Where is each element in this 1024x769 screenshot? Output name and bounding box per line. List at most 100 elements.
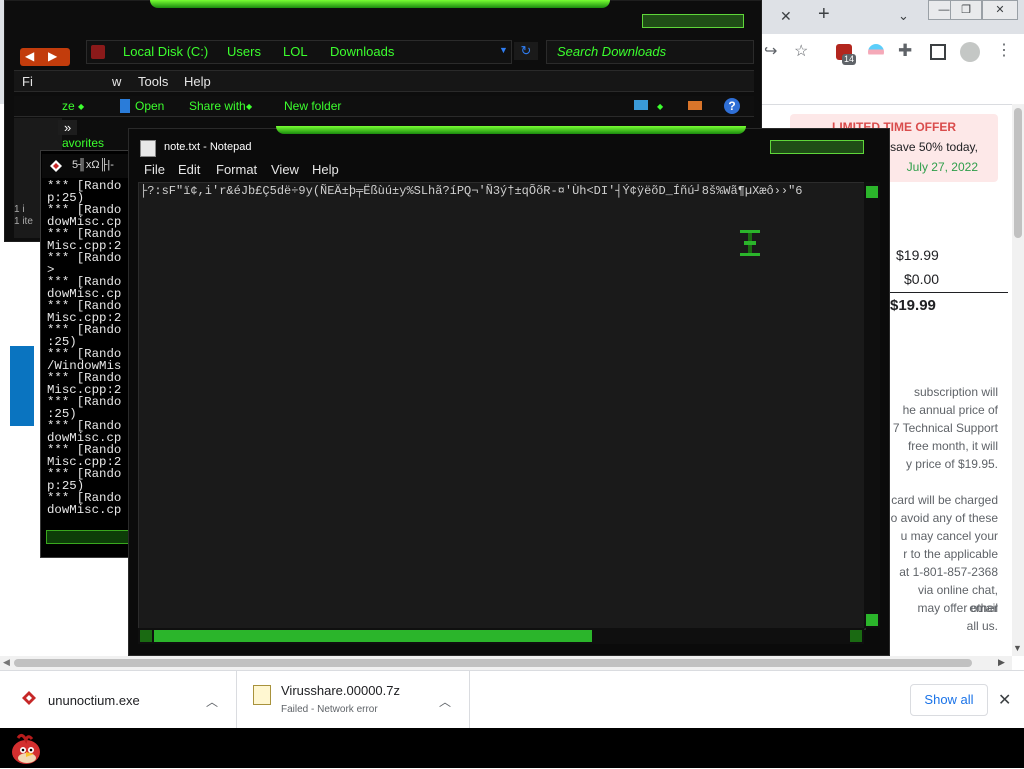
- refresh-icon[interactable]: ↻: [514, 42, 538, 60]
- organize-button[interactable]: ze: [62, 99, 75, 113]
- console-title: 5╢xΩ╟|-: [72, 159, 114, 171]
- page-banner: [10, 346, 34, 426]
- back-forward-buttons[interactable]: ◀ ▶: [20, 48, 70, 66]
- download-options-chevron-icon[interactable]: ︿: [439, 693, 451, 710]
- tab-search-chevron-icon[interactable]: ⌄: [898, 8, 909, 24]
- window-glow-accent: [150, 0, 610, 8]
- page-vertical-scroll-thumb[interactable]: [1014, 108, 1022, 238]
- horizontal-scroll-thumb[interactable]: [154, 630, 592, 642]
- terms-line: card will be charged: [891, 493, 998, 507]
- view-options-icon[interactable]: [634, 100, 648, 110]
- terms-line: 7 Technical Support: [892, 421, 998, 435]
- terms-line: free month, it will: [907, 439, 998, 453]
- tab-close-icon[interactable]: ✕: [780, 8, 792, 24]
- download-item[interactable]: Virusshare.00000.7z Failed - Network err…: [237, 671, 470, 729]
- scroll-down-arrow-icon[interactable]: ▼: [1013, 643, 1022, 653]
- console-horizontal-scrollbar[interactable]: [46, 530, 134, 544]
- breadcrumb-local-disk[interactable]: Local Disk (C:): [123, 44, 208, 59]
- menu-view[interactable]: View: [271, 162, 299, 177]
- offer-date: July 27, 2022: [906, 160, 978, 174]
- bookmark-star-icon[interactable]: ☆: [794, 44, 808, 60]
- download-filename: ununoctium.exe: [48, 693, 140, 708]
- new-tab-button[interactable]: +: [818, 4, 830, 24]
- close-window-button[interactable]: ✕: [982, 0, 1018, 20]
- terms-line: all us.: [966, 619, 998, 633]
- menu-help[interactable]: Help: [312, 162, 339, 177]
- terms-line: y price of $19.95.: [905, 457, 998, 471]
- menu-edit[interactable]: Edit: [178, 162, 200, 177]
- scroll-left-button[interactable]: [140, 630, 152, 642]
- search-placeholder: Search Downloads: [557, 44, 667, 59]
- extension-flag-icon[interactable]: [868, 44, 884, 60]
- profile-avatar[interactable]: [960, 42, 980, 62]
- back-arrow-icon[interactable]: ◀: [25, 49, 34, 63]
- angry-bird-start-icon[interactable]: [8, 730, 44, 766]
- download-status: Failed - Network error: [281, 704, 378, 715]
- share-with-button[interactable]: Share with: [189, 99, 246, 113]
- explorer-menu-bar: Fi w Tools Help: [14, 70, 754, 92]
- forward-arrow-icon[interactable]: ▶: [48, 49, 57, 63]
- menu-tools[interactable]: Tools: [138, 74, 168, 89]
- price-discount: $0.00: [904, 271, 940, 287]
- search-input[interactable]: Search Downloads: [546, 40, 754, 64]
- share-icon[interactable]: ↪: [764, 44, 777, 60]
- terms-line: subscription will: [913, 385, 998, 399]
- preview-pane-icon[interactable]: [688, 101, 702, 110]
- scroll-down-button[interactable]: [866, 614, 878, 626]
- address-dropdown-icon[interactable]: ▼: [499, 45, 508, 55]
- scroll-right-arrow-icon[interactable]: ▶: [998, 657, 1005, 668]
- notepad-title: note.txt - Notepad: [164, 141, 252, 153]
- terms-line: u may cancel your: [900, 529, 998, 543]
- scroll-left-arrow-icon[interactable]: ◀: [3, 657, 10, 668]
- share-dropdown-icon[interactable]: ◆: [246, 102, 252, 111]
- terms-line: may offer other: [917, 601, 998, 615]
- view-dropdown-icon[interactable]: ◆: [657, 102, 663, 111]
- price-divider: [888, 292, 1008, 293]
- terms-line: o avoid any of these: [890, 511, 998, 525]
- download-options-chevron-icon[interactable]: ︿: [206, 693, 218, 710]
- folder-location-icon: [91, 45, 105, 59]
- close-download-shelf-icon[interactable]: ✕: [998, 690, 1011, 710]
- extensions-puzzle-icon[interactable]: ✚: [898, 42, 912, 59]
- terms-line: he annual price of: [902, 403, 998, 417]
- notepad-content[interactable]: ├?:sF"ï¢,i'r&éJb£Ç5dë÷9y(ÑEÄ±þ╤Ëßùú±y%SL…: [140, 184, 858, 202]
- console-title-bar: 5╢xΩ╟|-: [42, 154, 132, 178]
- extension-badge: 14: [842, 54, 857, 65]
- page-horizontal-scroll-thumb[interactable]: [14, 659, 972, 667]
- download-item[interactable]: ununoctium.exe ︿: [0, 671, 237, 729]
- side-panel-icon[interactable]: [930, 44, 946, 60]
- show-all-downloads-button[interactable]: Show all: [910, 684, 988, 716]
- status-item-count-2: 1 ite: [14, 216, 33, 227]
- menu-file[interactable]: File: [144, 162, 165, 177]
- address-bar[interactable]: Local Disk (C:) Users LOL Downloads ▼: [86, 40, 512, 64]
- menu-view[interactable]: w: [112, 74, 121, 89]
- breadcrumb-downloads[interactable]: Downloads: [330, 44, 394, 59]
- menu-help[interactable]: Help: [184, 74, 211, 89]
- status-item-count: 1 i: [14, 204, 25, 215]
- download-shelf: ununoctium.exe ︿ Virusshare.00000.7z Fai…: [0, 670, 1024, 729]
- price-total: $19.99: [890, 297, 936, 314]
- browser-menu-icon[interactable]: ⋮: [996, 43, 1012, 59]
- favorites-label[interactable]: avorites: [62, 136, 104, 150]
- menu-format[interactable]: Format: [216, 162, 257, 177]
- breadcrumb-lol[interactable]: LOL: [283, 44, 308, 59]
- bookmarks-bar: [750, 70, 1024, 105]
- open-file-icon: [120, 99, 130, 113]
- scroll-up-button[interactable]: [866, 186, 878, 198]
- overflow-chevron-icon[interactable]: »: [58, 120, 78, 135]
- notepad-menu-bar: File Edit Format View Help: [134, 160, 884, 180]
- terms-line: at 1-801-857-2368: [899, 565, 998, 579]
- download-filename: Virusshare.00000.7z: [281, 683, 401, 698]
- notepad-window-controls[interactable]: [770, 140, 864, 154]
- organize-dropdown-icon[interactable]: ◆: [78, 102, 84, 111]
- text-cursor-icon: [738, 230, 762, 256]
- new-folder-button[interactable]: New folder: [284, 99, 341, 113]
- explorer-window-controls[interactable]: [642, 14, 744, 28]
- notepad-vertical-scrollbar[interactable]: [864, 182, 880, 628]
- breadcrumb-users[interactable]: Users: [227, 44, 261, 59]
- scroll-right-button[interactable]: [850, 630, 862, 642]
- restore-button[interactable]: ❐: [950, 0, 982, 20]
- menu-file[interactable]: Fi: [22, 74, 33, 89]
- help-icon[interactable]: ?: [724, 98, 740, 114]
- open-button[interactable]: Open: [135, 99, 164, 113]
